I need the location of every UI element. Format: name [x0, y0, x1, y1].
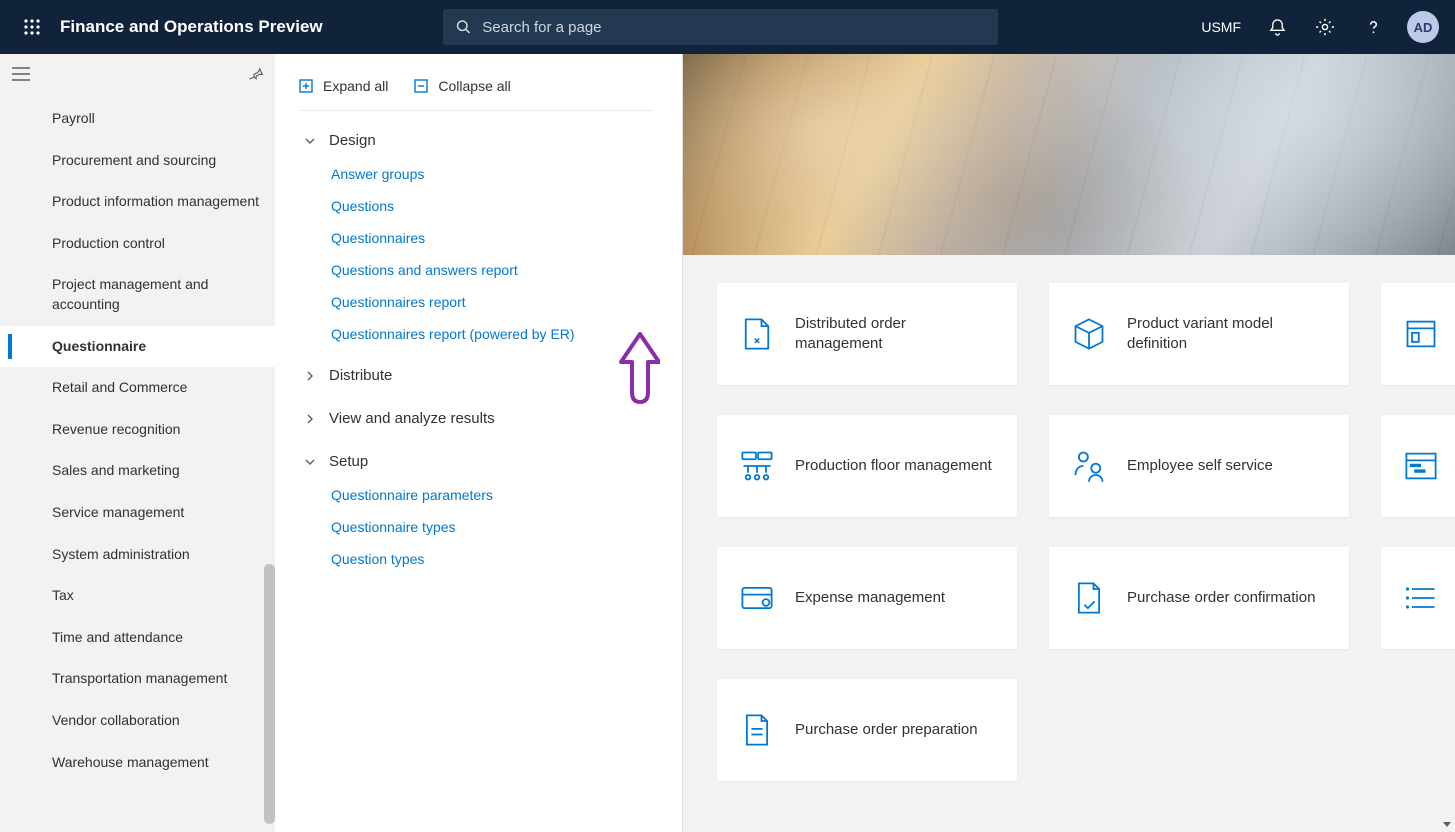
document-icon	[739, 316, 775, 352]
list-icon	[1403, 580, 1439, 616]
sidebar-item-revenue[interactable]: Revenue recognition	[0, 409, 275, 451]
tile-label: Purchase order preparation	[795, 720, 978, 740]
sidebar-item-warehouse[interactable]: Warehouse management	[0, 742, 275, 784]
section-design-header[interactable]: Design	[303, 123, 654, 158]
sidebar-item-product-info[interactable]: Product information management	[0, 181, 275, 223]
notifications-icon[interactable]	[1255, 0, 1299, 54]
tile-pm[interactable]: Project management	[1381, 415, 1455, 517]
search-input[interactable]	[482, 19, 986, 36]
section-view-title: View and analyze results	[329, 410, 495, 427]
section-setup-title: Setup	[329, 453, 368, 470]
tile-dom[interactable]: Distributed order management	[717, 283, 1017, 385]
tile-ess[interactable]: Employee self service	[1049, 415, 1349, 517]
app-title: Finance and Operations Preview	[60, 17, 323, 37]
link-questionnaires[interactable]: Questionnaires	[331, 222, 654, 254]
section-setup-header[interactable]: Setup	[303, 444, 654, 479]
search-box[interactable]	[443, 9, 998, 45]
link-question-types[interactable]: Question types	[331, 543, 654, 575]
sidebar-item-procurement[interactable]: Procurement and sourcing	[0, 140, 275, 182]
tile-label: Employee self service	[1127, 456, 1273, 476]
settings-icon[interactable]	[1303, 0, 1347, 54]
chevron-down-icon	[303, 135, 317, 147]
tile-label: Expense management	[795, 588, 945, 608]
tile-label: Purchase order confirmation	[1127, 588, 1315, 608]
search-icon	[455, 18, 472, 36]
section-design-title: Design	[329, 132, 376, 149]
sidebar-item-sysadmin[interactable]: System administration	[0, 534, 275, 576]
section-distribute-title: Distribute	[329, 367, 392, 384]
link-qa-report[interactable]: Questions and answers report	[331, 254, 654, 286]
cube-icon	[1071, 316, 1107, 352]
chevron-right-icon	[303, 370, 317, 382]
doc-icon	[739, 712, 775, 748]
chevron-down-icon[interactable]	[1441, 818, 1453, 830]
expand-all-button[interactable]: Expand all	[299, 78, 388, 94]
company-code[interactable]: USMF	[1191, 19, 1251, 35]
hero-banner	[683, 54, 1455, 255]
sidebar-item-production-control[interactable]: Production control	[0, 223, 275, 265]
expand-all-icon	[299, 79, 313, 93]
sidebar-item-tax[interactable]: Tax	[0, 575, 275, 617]
doc-check-icon	[1071, 580, 1107, 616]
tile-er[interactable]: Electronic reporting	[1381, 283, 1455, 385]
sidebar-item-transport[interactable]: Transportation management	[0, 658, 275, 700]
tile-po-prep[interactable]: Purchase order preparation	[717, 679, 1017, 781]
sidebar-item-questionnaire[interactable]: Questionnaire	[0, 326, 275, 368]
pin-icon[interactable]	[249, 67, 263, 81]
avatar[interactable]: AD	[1407, 11, 1439, 43]
tile-label: Distributed order management	[795, 314, 995, 355]
tile-pfm[interactable]: Production floor management	[717, 415, 1017, 517]
help-icon[interactable]	[1351, 0, 1395, 54]
expand-all-label: Expand all	[323, 78, 388, 94]
card-icon	[739, 580, 775, 616]
sidebar-item-project-mgmt[interactable]: Project management and accounting	[0, 264, 275, 325]
sidebar-items: Payroll Procurement and sourcing Product…	[0, 94, 275, 832]
topbar: Finance and Operations Preview USMF AD	[0, 0, 1455, 54]
tile-feature[interactable]: Feature management	[1381, 547, 1455, 649]
hamburger-icon[interactable]	[12, 67, 30, 81]
chevron-down-icon	[303, 456, 317, 468]
link-questionnaires-report[interactable]: Questionnaires report	[331, 286, 654, 318]
link-answer-groups[interactable]: Answer groups	[331, 158, 654, 190]
app-launcher-icon[interactable]	[8, 0, 56, 54]
tile-expense[interactable]: Expense management	[717, 547, 1017, 649]
sidebar-item-service[interactable]: Service management	[0, 492, 275, 534]
section-distribute-header[interactable]: Distribute	[303, 358, 654, 393]
sidebar: Payroll Procurement and sourcing Product…	[0, 54, 275, 832]
collapse-all-icon	[414, 79, 428, 93]
machine-icon	[739, 448, 775, 484]
sidebar-scrollbar[interactable]	[264, 564, 275, 824]
tile-label: Production floor management	[795, 456, 992, 476]
link-questionnaire-types[interactable]: Questionnaire types	[331, 511, 654, 543]
tile-label: Product variant model definition	[1127, 314, 1327, 355]
workspace-tiles: Distributed order management Product var…	[683, 255, 1455, 809]
chevron-right-icon	[303, 413, 317, 425]
gantt-icon	[1403, 448, 1439, 484]
link-questions[interactable]: Questions	[331, 190, 654, 222]
link-questionnaire-parameters[interactable]: Questionnaire parameters	[331, 479, 654, 511]
workspace-main: Distributed order management Product var…	[683, 54, 1455, 832]
collapse-all-label: Collapse all	[438, 78, 510, 94]
report-icon	[1403, 316, 1439, 352]
sidebar-item-retail[interactable]: Retail and Commerce	[0, 367, 275, 409]
sidebar-item-sales[interactable]: Sales and marketing	[0, 450, 275, 492]
sidebar-item-payroll[interactable]: Payroll	[0, 98, 275, 140]
collapse-all-button[interactable]: Collapse all	[414, 78, 510, 94]
flyout-panel: Expand all Collapse all Design Answer gr…	[275, 54, 683, 832]
section-view-header[interactable]: View and analyze results	[303, 401, 654, 436]
person-icon	[1071, 448, 1107, 484]
sidebar-item-time[interactable]: Time and attendance	[0, 617, 275, 659]
link-questionnaires-report-er[interactable]: Questionnaires report (powered by ER)	[331, 318, 654, 350]
tile-pvmd[interactable]: Product variant model definition	[1049, 283, 1349, 385]
sidebar-item-vendor[interactable]: Vendor collaboration	[0, 700, 275, 742]
tile-po-confirm[interactable]: Purchase order confirmation	[1049, 547, 1349, 649]
